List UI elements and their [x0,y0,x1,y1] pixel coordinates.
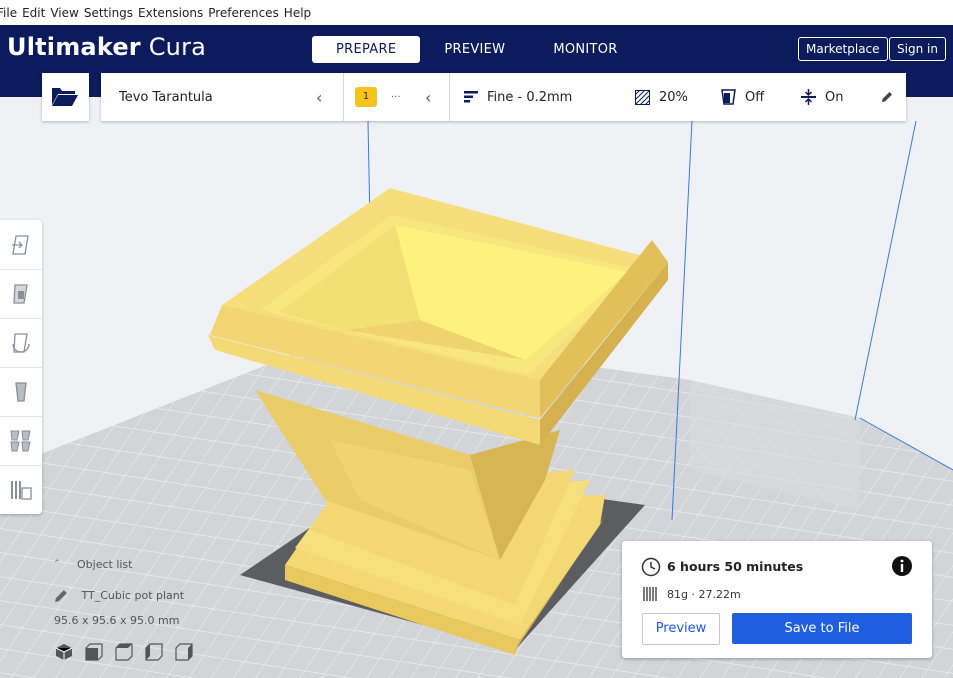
left-view-button[interactable] [145,643,165,663]
per-model-icon [10,430,31,451]
extruder-more: ··· [391,91,401,103]
menu-help[interactable]: Help [284,6,319,20]
adhesion-setting[interactable]: On [801,73,843,121]
view-orientation-buttons [55,643,195,663]
right-view-button[interactable] [175,643,195,663]
move-tool-button[interactable] [0,220,42,270]
infill-value: 20% [659,89,688,105]
print-action-panel: 6 hours 50 minutes 81g · 27.22m Preview … [622,541,932,658]
mirror-tool-button[interactable] [0,367,42,417]
rotate-tool-button[interactable] [0,318,42,368]
open-file-button[interactable] [42,73,89,121]
support-blocker-icon [11,480,32,500]
stage-tabs: PREPARE PREVIEW MONITOR [312,36,642,63]
rotate-icon [12,332,30,353]
top-view-icon [115,643,133,661]
object-name: TT_Cubic pot plant [81,589,185,602]
filament-icon [643,587,657,601]
object-dimensions: 95.6 x 95.6 x 95.0 mm [54,614,180,627]
menu-preferences[interactable]: Preferences [208,6,287,20]
extruder-selector[interactable]: 1 ··· [355,73,401,121]
logo-bold: Ultimaker [7,33,141,61]
pencil-icon [882,92,892,102]
custom-settings-button[interactable] [881,73,893,121]
support-value: Off [745,89,765,105]
print-settings-selector[interactable]: Fine - 0.2mm [464,73,572,121]
adhesion-icon [801,89,816,105]
chevron-left-icon[interactable]: ‹ [425,73,431,121]
chevron-up-icon: ˆ [54,558,60,571]
infill-setting[interactable]: 20% [635,73,688,121]
cube-icon [55,644,73,660]
scale-tool-button[interactable] [0,269,42,319]
menu-extensions[interactable]: Extensions [138,6,211,20]
tool-panel [0,220,42,514]
menu-edit[interactable]: Edit [22,6,53,20]
right-view-icon [175,643,193,661]
app-logo: Ultimaker Cura [7,33,206,61]
preview-button[interactable]: Preview [642,613,720,645]
sign-in-button[interactable]: Sign in [889,37,946,61]
infill-icon [635,89,650,105]
save-to-file-button[interactable]: Save to File [732,613,912,644]
print-time: 6 hours 50 minutes [667,559,804,574]
move-icon [12,234,29,255]
info-icon[interactable] [891,555,913,577]
support-icon [721,89,736,105]
front-view-button[interactable] [85,643,105,663]
tab-preview[interactable]: PREVIEW [420,36,529,63]
mirror-icon [15,381,27,402]
left-view-icon [145,643,163,661]
menu-settings[interactable]: Settings [84,6,141,20]
folder-icon [52,88,78,106]
front-view-icon [85,643,103,661]
object-list-toggle[interactable]: ˆ Object list [54,558,132,571]
menu-view[interactable]: View [50,6,86,20]
menu-bar: File Edit View Settings Extensions Prefe… [0,0,953,25]
chevron-left-icon[interactable]: ‹ [316,73,322,121]
scale-icon [13,283,28,304]
3d-view-button[interactable] [55,643,75,663]
printer-settings-bar: Tevo Tarantula ‹ 1 ··· ‹ Fine - 0.2mm 20… [101,73,906,121]
support-blocker-button[interactable] [0,465,42,514]
tab-prepare[interactable]: PREPARE [312,36,421,63]
quality-icon [464,91,478,103]
profile-label: Fine - 0.2mm [487,89,573,105]
printer-name: Tevo Tarantula [119,89,213,105]
material-usage: 81g · 27.22m [667,588,741,601]
top-view-button[interactable] [115,643,135,663]
marketplace-button[interactable]: Marketplace [798,37,888,61]
tab-monitor[interactable]: MONITOR [529,36,641,63]
adhesion-value: On [825,89,844,105]
object-name-row[interactable]: TT_Cubic pot plant [54,589,184,603]
support-setting[interactable]: Off [721,73,764,121]
printer-selector[interactable]: Tevo Tarantula [119,73,213,121]
clock-icon [641,557,661,577]
per-model-settings-button[interactable] [0,416,42,466]
extruder-badge: 1 [355,87,377,107]
object-list-label: Object list [77,558,133,571]
edit-icon [55,590,67,602]
logo-light: Cura [148,33,207,61]
